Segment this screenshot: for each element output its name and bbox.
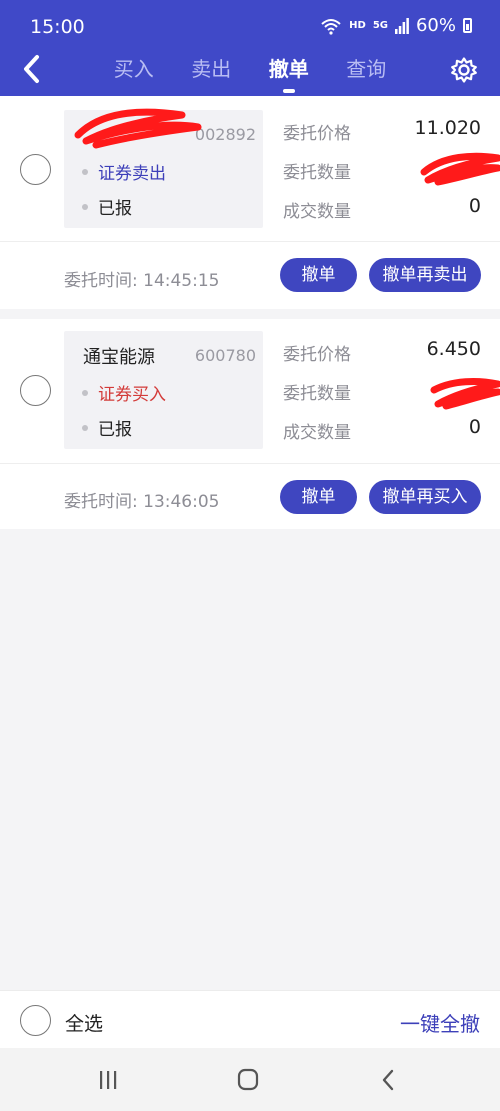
filled-value: 0 bbox=[468, 195, 481, 217]
tab-cancel-order[interactable]: 撤单 bbox=[250, 52, 328, 96]
price-value: 6.450 bbox=[426, 338, 481, 360]
bullet-icon bbox=[82, 424, 88, 431]
tab-sell[interactable]: 卖出 bbox=[173, 52, 251, 96]
signal-icon bbox=[394, 17, 409, 34]
order-details: 委托价格 11.020 委托数量 成交数量 0 bbox=[283, 112, 483, 230]
order-details: 委托价格 6.450 委托数量 成交数量 0 bbox=[283, 333, 483, 451]
bullet-icon bbox=[82, 203, 88, 210]
recent-apps-icon[interactable] bbox=[92, 1066, 124, 1094]
order-status-row: 已报 bbox=[82, 415, 132, 440]
chevron-left-icon[interactable] bbox=[20, 52, 46, 86]
order-tabs: 买入 卖出 撤单 查询 bbox=[95, 52, 405, 96]
quantity-row: 委托数量 bbox=[283, 156, 483, 183]
stock-code: 002892 bbox=[194, 125, 256, 144]
home-icon[interactable] bbox=[232, 1066, 264, 1094]
order-type: 证券买入 bbox=[98, 385, 166, 405]
cancel-order-button[interactable]: 撤单 bbox=[280, 258, 357, 292]
filled-row: 成交数量 0 bbox=[283, 195, 483, 222]
bullet-icon bbox=[82, 389, 88, 396]
cancel-and-rebuy-button[interactable]: 撤单再买入 bbox=[369, 480, 481, 514]
network-type: 5G bbox=[372, 20, 388, 31]
status-icons: HD 5G 60% bbox=[320, 15, 472, 36]
select-order-radio[interactable] bbox=[20, 154, 51, 185]
filled-row: 成交数量 0 bbox=[283, 416, 483, 443]
cancel-order-button[interactable]: 撤单 bbox=[280, 480, 357, 514]
tab-query[interactable]: 查询 bbox=[328, 52, 406, 96]
price-row: 委托价格 6.450 bbox=[283, 338, 483, 365]
cancel-all-button[interactable]: 一键全撤 bbox=[400, 1008, 480, 1037]
stock-code: 600780 bbox=[194, 346, 256, 365]
select-order-radio[interactable] bbox=[20, 375, 51, 406]
filled-value: 0 bbox=[468, 416, 481, 438]
battery-icon bbox=[463, 18, 472, 33]
gear-icon[interactable] bbox=[450, 56, 478, 84]
status-bar: 15:00 HD 5G 60% bbox=[0, 0, 500, 52]
status-time: 15:00 bbox=[30, 16, 85, 38]
order-type-row: 证券卖出 bbox=[82, 159, 166, 184]
select-all-label[interactable]: 全选 bbox=[65, 1009, 103, 1036]
quantity-row: 委托数量 bbox=[283, 377, 483, 404]
order-time: 委托时间: 14:45:15 bbox=[64, 271, 220, 291]
back-icon[interactable] bbox=[373, 1066, 405, 1094]
order-time: 委托时间: 13:46:05 bbox=[64, 492, 220, 512]
quantity-label: 委托数量 bbox=[283, 163, 351, 183]
divider bbox=[0, 241, 500, 242]
price-label: 委托价格 bbox=[283, 345, 351, 365]
bullet-icon bbox=[82, 168, 88, 175]
order-type-row: 证券买入 bbox=[82, 380, 166, 405]
order-status: 已报 bbox=[98, 420, 132, 440]
divider bbox=[0, 463, 500, 464]
wifi-icon bbox=[321, 18, 341, 35]
price-row: 委托价格 11.020 bbox=[283, 117, 483, 144]
stock-name: 通宝能源 bbox=[83, 347, 155, 368]
price-value: 11.020 bbox=[414, 117, 481, 139]
battery-percent: 60% bbox=[415, 15, 456, 36]
price-label: 委托价格 bbox=[283, 124, 351, 144]
order-card: 002892 证券卖出 已报 委托价格 11.020 委托数量 成交数量 0 委… bbox=[0, 96, 500, 309]
bottom-action-bar: 全选 一键全撤 bbox=[0, 990, 500, 1048]
hd-indicator: HD bbox=[349, 20, 366, 31]
cancel-and-resell-button[interactable]: 撤单再卖出 bbox=[369, 258, 481, 292]
order-status: 已报 bbox=[98, 199, 132, 219]
system-navigation-bar bbox=[0, 1048, 500, 1111]
select-all-radio[interactable] bbox=[20, 1005, 51, 1036]
order-card: 通宝能源 600780 证券买入 已报 委托价格 6.450 委托数量 成交数量… bbox=[0, 319, 500, 529]
quantity-label: 委托数量 bbox=[283, 384, 351, 404]
order-type: 证券卖出 bbox=[98, 164, 166, 184]
filled-label: 成交数量 bbox=[283, 423, 351, 443]
filled-label: 成交数量 bbox=[283, 202, 351, 222]
order-status-row: 已报 bbox=[82, 194, 132, 219]
stock-info: 通宝能源 600780 证券买入 已报 bbox=[64, 331, 263, 449]
tab-buy[interactable]: 买入 bbox=[95, 52, 173, 96]
app-header: 15:00 HD 5G 60% 买入 卖出 撤单 查询 bbox=[0, 0, 500, 96]
stock-info: 002892 证券卖出 已报 bbox=[64, 110, 263, 228]
